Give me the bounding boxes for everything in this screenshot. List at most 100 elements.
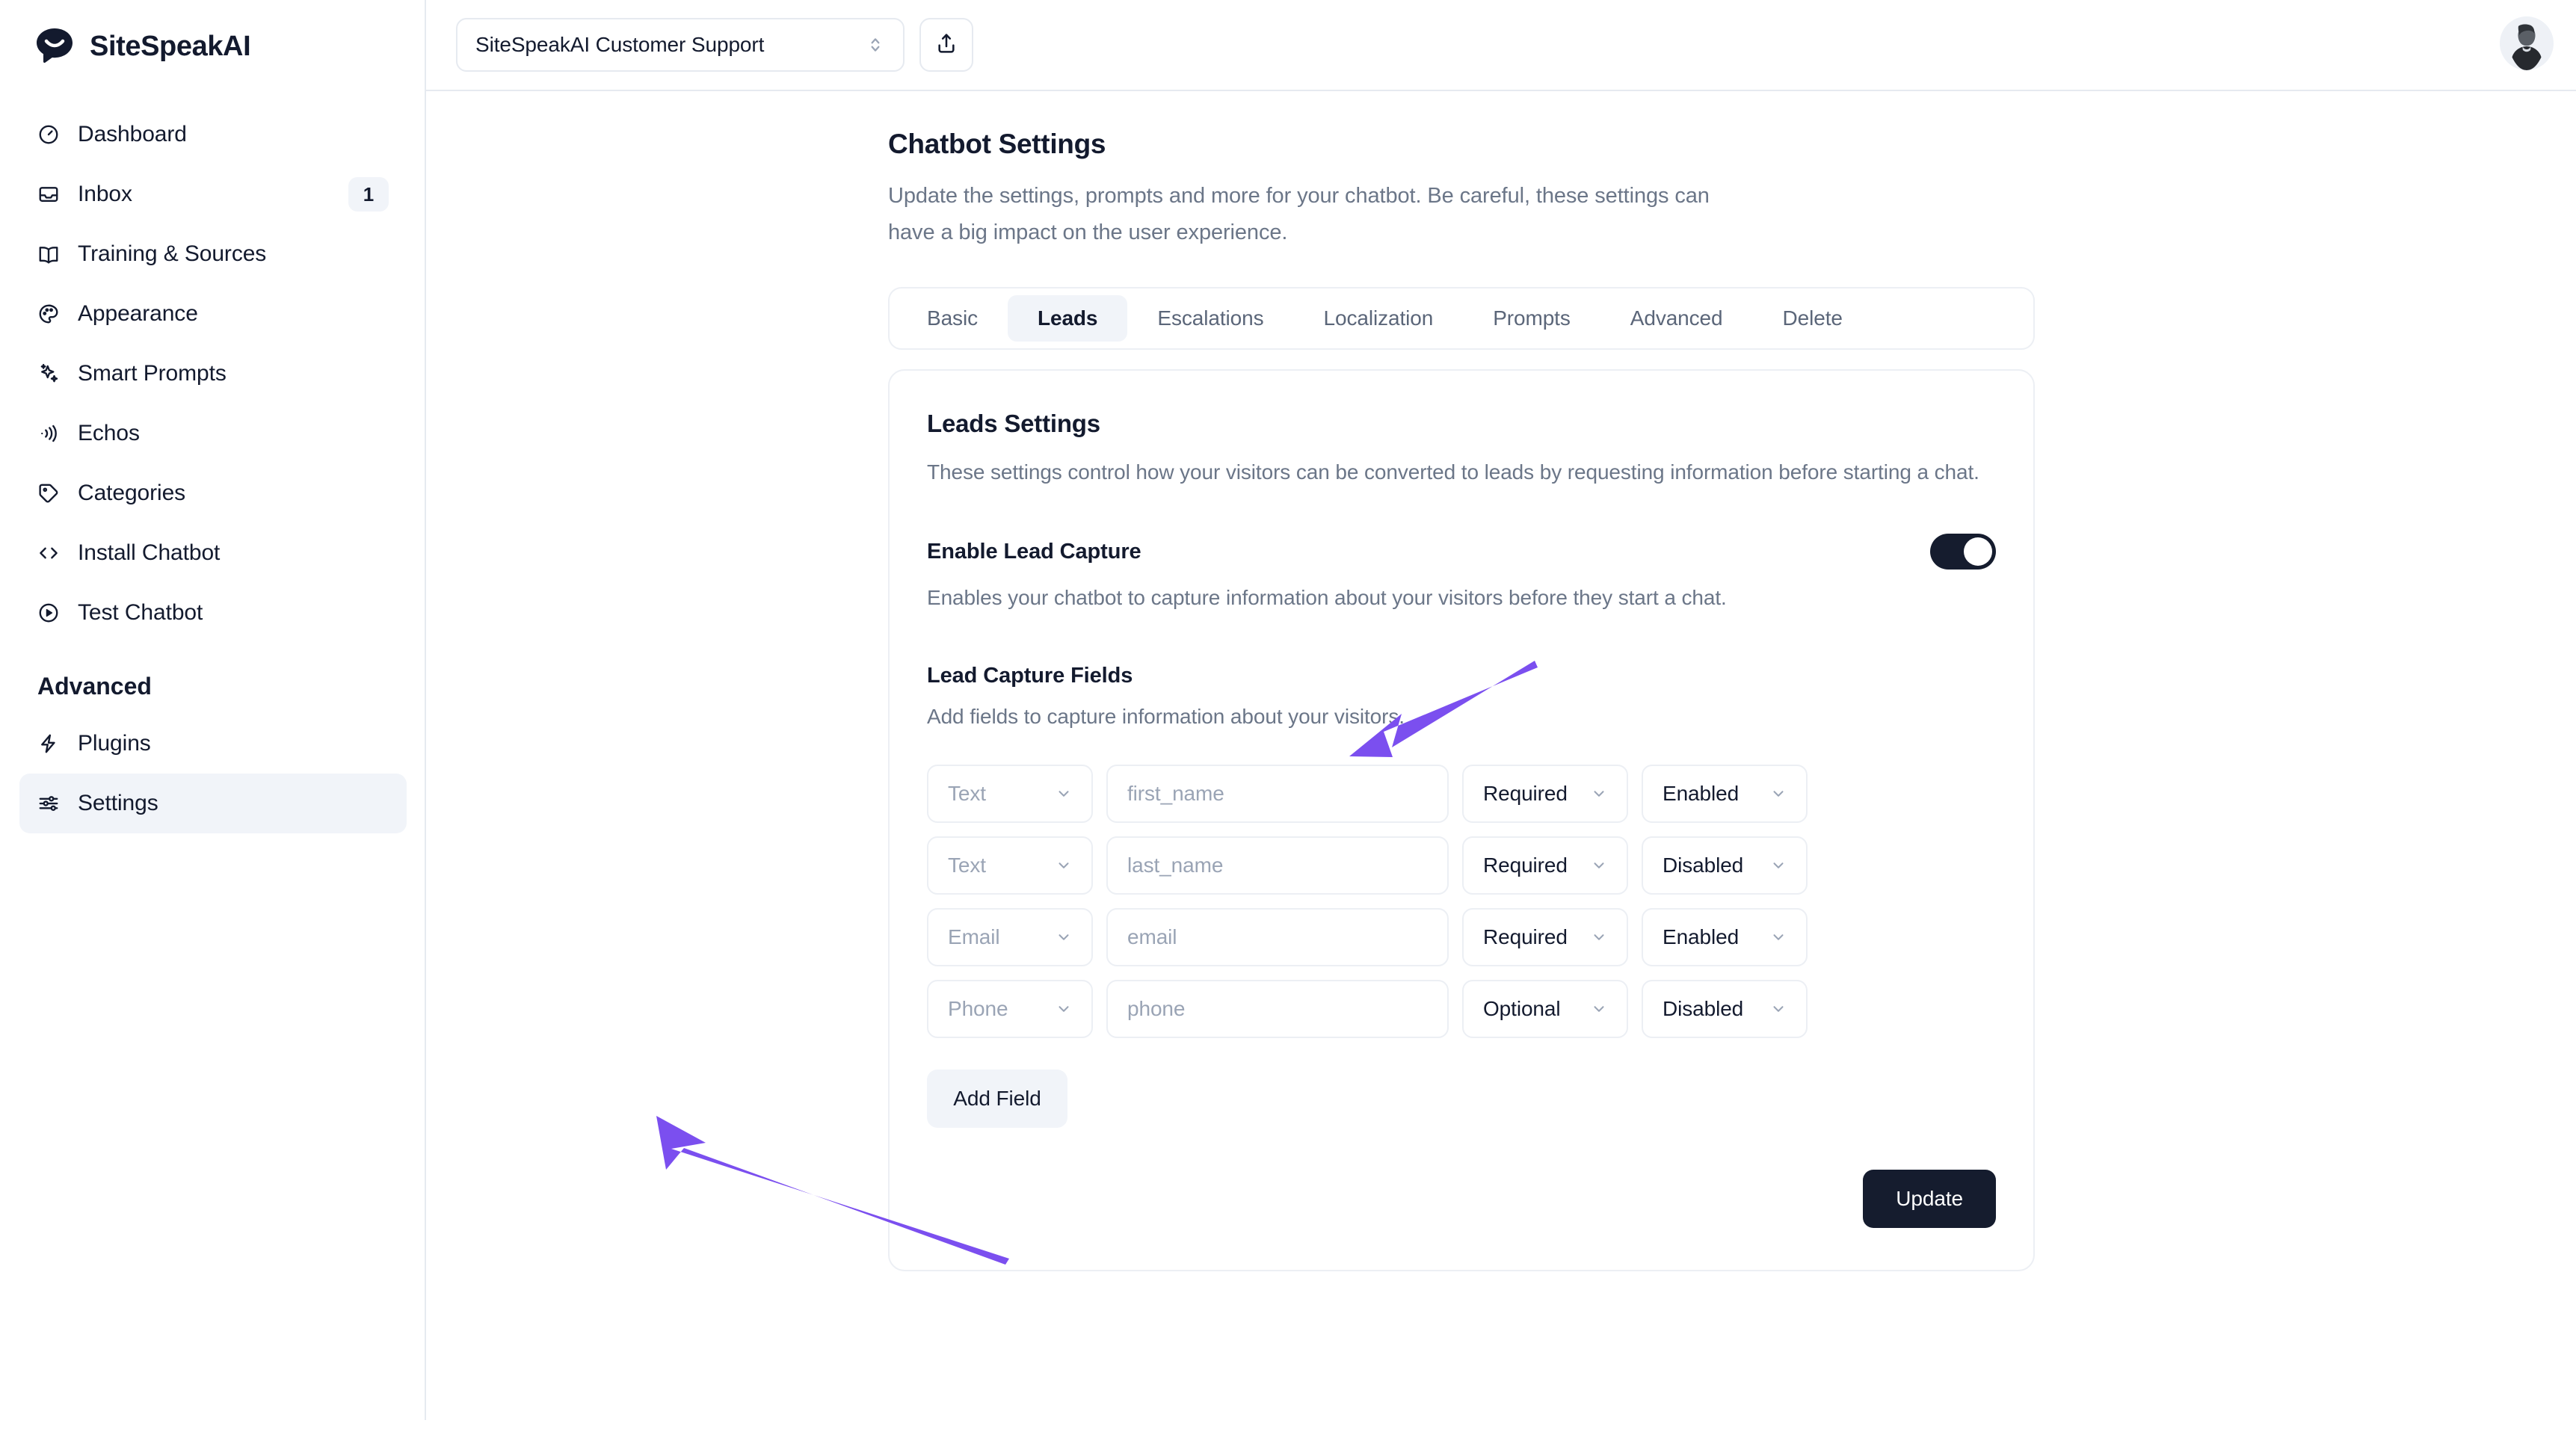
sidebar-item-categories[interactable]: Categories xyxy=(19,463,407,523)
lightning-bolt-icon xyxy=(37,732,70,755)
field-state-value: Enabled xyxy=(1663,782,1763,806)
sidebar-nav: Dashboard Inbox 1 Training & Sources xyxy=(19,105,407,833)
sidebar-item-echos[interactable]: Echos xyxy=(19,404,407,463)
inbox-icon xyxy=(37,183,70,206)
field-state-select[interactable]: Disabled xyxy=(1642,836,1808,895)
enable-lead-capture-label: Enable Lead Capture xyxy=(927,540,1141,564)
field-name-input[interactable]: first_name xyxy=(1106,765,1449,823)
field-name-value: last_name xyxy=(1127,854,1428,877)
sidebar-item-label: Smart Prompts xyxy=(78,361,227,386)
sidebar-item-training-sources[interactable]: Training & Sources xyxy=(19,224,407,284)
field-type-value: Phone xyxy=(948,997,1048,1021)
field-state-value: Disabled xyxy=(1663,854,1763,877)
chevron-down-icon xyxy=(1770,929,1787,945)
settings-tabs: Basic Leads Escalations Localization Pro… xyxy=(888,287,2035,350)
sidebar-item-smart-prompts[interactable]: Smart Prompts xyxy=(19,344,407,404)
lead-field-row: Phone phone Optional Disabled xyxy=(927,980,1996,1038)
sidebar-item-test-chatbot[interactable]: Test Chatbot xyxy=(19,583,407,643)
tab-advanced[interactable]: Advanced xyxy=(1600,295,1753,342)
add-field-button[interactable]: Add Field xyxy=(927,1070,1067,1128)
field-state-select[interactable]: Enabled xyxy=(1642,765,1808,823)
tab-basic[interactable]: Basic xyxy=(897,295,1008,342)
enable-lead-capture-toggle[interactable] xyxy=(1930,534,1996,570)
main-content: SiteSpeakAI Customer Support xyxy=(426,0,2576,1432)
field-state-select[interactable]: Enabled xyxy=(1642,908,1808,966)
chevron-down-icon xyxy=(1591,857,1607,874)
sidebar-item-label: Dashboard xyxy=(78,122,187,147)
field-type-select[interactable]: Text xyxy=(927,765,1093,823)
sidebar-item-appearance[interactable]: Appearance xyxy=(19,284,407,344)
chevron-down-icon xyxy=(1770,1001,1787,1017)
sidebar-item-label: Categories xyxy=(78,481,185,506)
page-title: Chatbot Settings xyxy=(888,129,2576,160)
inbox-unread-badge: 1 xyxy=(348,177,389,212)
field-state-value: Disabled xyxy=(1663,997,1763,1021)
field-requirement-value: Required xyxy=(1483,782,1583,806)
field-requirement-select[interactable]: Required xyxy=(1462,908,1628,966)
chevron-down-icon xyxy=(1056,1001,1072,1017)
field-requirement-select[interactable]: Required xyxy=(1462,765,1628,823)
lead-capture-fields-list: Text first_name Required Enabled xyxy=(927,765,1996,1038)
sidebar-item-plugins[interactable]: Plugins xyxy=(19,714,407,774)
user-avatar[interactable] xyxy=(2500,16,2554,70)
brand[interactable]: SiteSpeakAI xyxy=(19,0,407,93)
update-button[interactable]: Update xyxy=(1863,1170,1996,1228)
chevron-down-icon xyxy=(1770,857,1787,874)
chevron-down-icon xyxy=(1056,857,1072,874)
chevron-up-down-icon xyxy=(866,32,885,58)
tab-leads[interactable]: Leads xyxy=(1008,295,1127,342)
leads-settings-card: Leads Settings These settings control ho… xyxy=(888,369,2035,1271)
field-name-input[interactable]: phone xyxy=(1106,980,1449,1038)
topbar: SiteSpeakAI Customer Support xyxy=(426,0,2576,91)
settings-page: Chatbot Settings Update the settings, pr… xyxy=(426,91,2576,1271)
sidebar-item-label: Training & Sources xyxy=(78,241,266,267)
sidebar-item-label: Inbox xyxy=(78,182,132,207)
tab-localization[interactable]: Localization xyxy=(1294,295,1464,342)
sidebar-item-label: Install Chatbot xyxy=(78,540,220,566)
field-requirement-value: Required xyxy=(1483,925,1583,949)
book-open-icon xyxy=(37,243,70,265)
lead-capture-fields-description: Add fields to capture information about … xyxy=(927,705,1996,729)
sidebar: SiteSpeakAI Dashboard Inbox 1 Tr xyxy=(0,0,426,1432)
field-type-select[interactable]: Text xyxy=(927,836,1093,895)
tag-icon xyxy=(37,482,70,504)
field-state-select[interactable]: Disabled xyxy=(1642,980,1808,1038)
chevron-down-icon xyxy=(1770,786,1787,802)
card-actions: Update xyxy=(927,1170,1996,1228)
card-description: These settings control how your visitors… xyxy=(927,454,1996,490)
sidebar-item-label: Echos xyxy=(78,421,140,446)
chevron-down-icon xyxy=(1056,929,1072,945)
tab-delete[interactable]: Delete xyxy=(1753,295,1873,342)
sidebar-item-dashboard[interactable]: Dashboard xyxy=(19,105,407,164)
sidebar-item-label: Appearance xyxy=(78,301,198,327)
sidebar-item-install-chatbot[interactable]: Install Chatbot xyxy=(19,523,407,583)
field-requirement-value: Required xyxy=(1483,854,1583,877)
card-title: Leads Settings xyxy=(927,410,1996,438)
sidebar-item-label: Test Chatbot xyxy=(78,600,203,626)
brand-name: SiteSpeakAI xyxy=(90,31,250,63)
tab-escalations[interactable]: Escalations xyxy=(1127,295,1293,342)
field-type-select[interactable]: Phone xyxy=(927,980,1093,1038)
sound-wave-icon xyxy=(37,422,70,445)
field-name-input[interactable]: last_name xyxy=(1106,836,1449,895)
lead-field-row: Text first_name Required Enabled xyxy=(927,765,1996,823)
sidebar-section-advanced: Advanced xyxy=(19,673,407,700)
field-requirement-select[interactable]: Optional xyxy=(1462,980,1628,1038)
chevron-down-icon xyxy=(1591,786,1607,802)
sidebar-item-inbox[interactable]: Inbox 1 xyxy=(19,164,407,224)
lead-capture-fields-title: Lead Capture Fields xyxy=(927,664,1996,688)
field-requirement-value: Optional xyxy=(1483,997,1583,1021)
page-description: Update the settings, prompts and more fo… xyxy=(888,178,1710,251)
speech-bubble-logo-icon xyxy=(34,26,75,67)
field-type-value: Email xyxy=(948,925,1048,949)
field-type-select[interactable]: Email xyxy=(927,908,1093,966)
field-state-value: Enabled xyxy=(1663,925,1763,949)
chevron-down-icon xyxy=(1056,786,1072,802)
project-selector[interactable]: SiteSpeakAI Customer Support xyxy=(456,18,905,72)
field-requirement-select[interactable]: Required xyxy=(1462,836,1628,895)
tab-prompts[interactable]: Prompts xyxy=(1463,295,1600,342)
share-button[interactable] xyxy=(919,18,973,72)
sidebar-item-settings[interactable]: Settings xyxy=(19,774,407,833)
sliders-icon xyxy=(37,792,70,815)
field-name-input[interactable]: email xyxy=(1106,908,1449,966)
